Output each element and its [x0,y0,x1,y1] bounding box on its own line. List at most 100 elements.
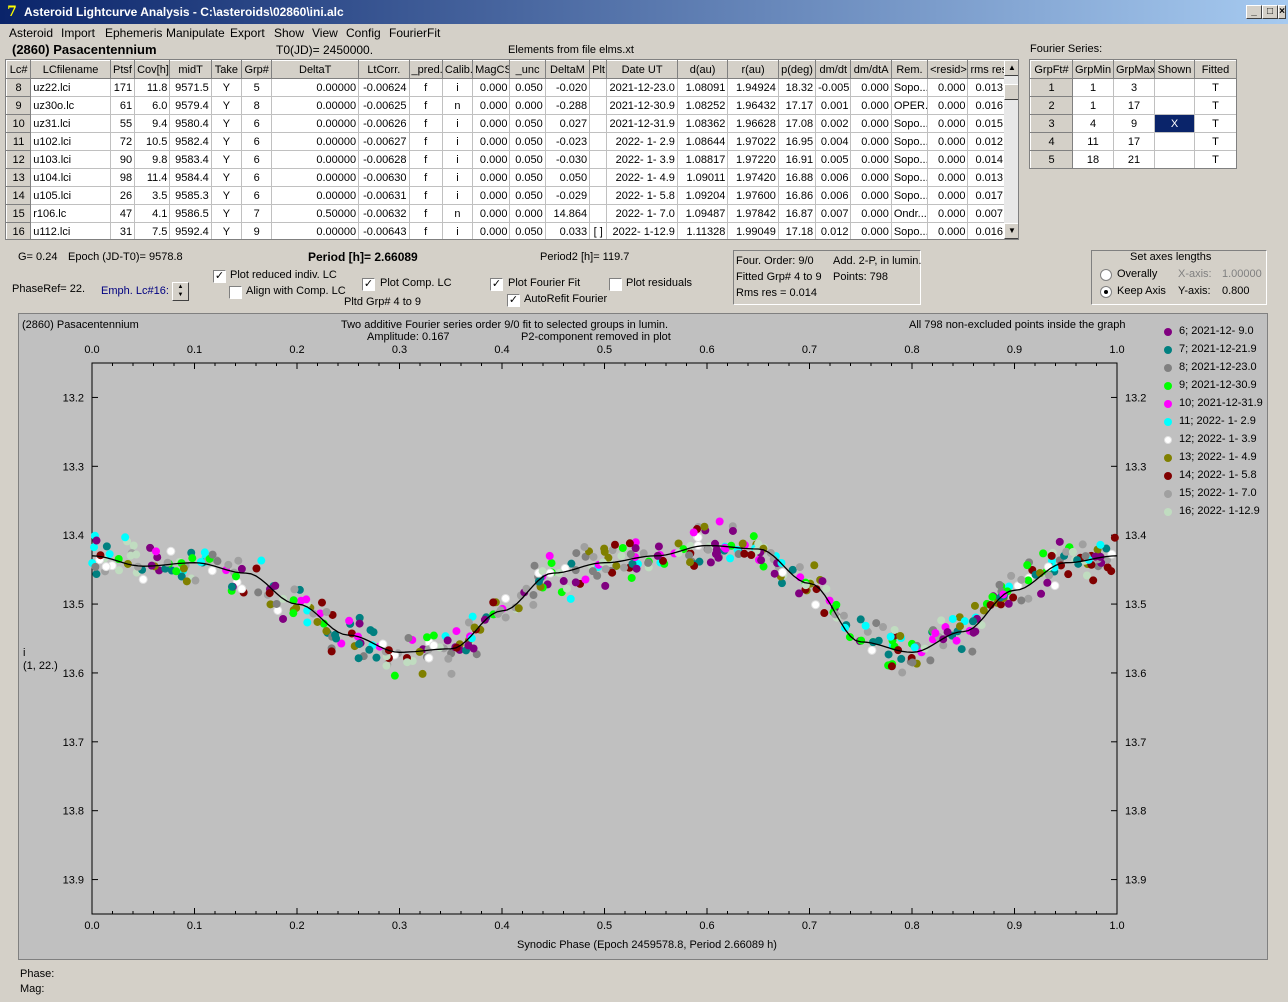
lc-cell[interactable]: 1.08362 [677,114,729,133]
fourier-col-header[interactable]: GrpFt# [1030,60,1073,79]
lc-row-header[interactable]: 13 [6,168,32,187]
lc-cell[interactable]: 0.00000 [271,114,360,133]
lc-cell[interactable]: 0.000 [472,222,511,239]
lc-cell[interactable]: 16.95 [778,132,817,151]
lc-cell[interactable]: i [442,78,474,97]
lc-cell[interactable]: 1.97600 [727,186,779,205]
fourier-cell[interactable] [1154,132,1195,151]
lc-cell[interactable]: 18.32 [778,78,817,97]
lc-cell[interactable]: 14.864 [545,204,591,223]
lc-cell[interactable]: 17.08 [778,114,817,133]
lc-table-row[interactable]: 14 u105.lci 26 3.5 9585.3 Y 6 0.00000 -0.00631 f i… [6,186,1006,205]
fourier-cell[interactable]: T [1194,132,1236,151]
lc-cell[interactable]: 9 [241,222,273,239]
close-button[interactable]: × [1278,5,1286,19]
lc-cell[interactable]: 0.000 [927,150,969,169]
lc-cell[interactable]: 0.000 [927,114,969,133]
lc-cell[interactable]: i [442,186,474,205]
lc-cell[interactable]: 9.4 [134,114,171,133]
lc-col-header[interactable]: Cov[h] [134,60,171,79]
lc-cell[interactable]: 9584.4 [169,168,212,187]
lc-cell[interactable]: -0.023 [545,132,591,151]
lc-cell[interactable] [589,78,608,97]
lc-cell[interactable]: 0.000 [472,114,511,133]
lc-cell[interactable]: OPER. [891,96,929,115]
lc-cell[interactable]: 0.050 [509,78,546,97]
scroll-thumb[interactable] [1004,84,1018,100]
lc-table-row[interactable]: 16 u112.lci 31 7.5 9592.4 Y 9 0.00000 -0.00643 f i… [6,222,1006,239]
lc-cell[interactable]: 0.050 [509,222,546,239]
menu-import[interactable]: Import [61,26,95,40]
scroll-up-icon[interactable]: ▲ [1004,60,1018,76]
fourier-row-header[interactable]: 5 [1030,150,1073,168]
lc-cell[interactable]: f [409,150,443,169]
lc-cell[interactable]: 16.87 [778,204,817,223]
lc-cell[interactable]: -0.00624 [358,78,410,97]
fourier-col-header[interactable]: Shown [1154,60,1195,79]
lc-cell[interactable]: u112.lci [30,222,111,239]
fourier-cell[interactable] [1154,96,1195,115]
lc-cell[interactable]: 1.97420 [727,168,779,187]
lc-col-header[interactable]: d(au) [676,60,729,79]
fourier-col-header[interactable]: GrpMin [1072,60,1114,79]
phaseref-value[interactable]: PhaseRef= 22. [12,283,85,295]
fourier-table-row[interactable]: 113T [1030,78,1236,97]
lc-col-header[interactable]: p(deg) [777,60,817,79]
lc-cell[interactable]: f [409,222,443,239]
fourier-cell[interactable]: T [1194,96,1236,115]
fourier-cell[interactable]: 9 [1113,114,1155,133]
lc-cell[interactable]: 0.000 [472,96,511,115]
fourier-col-header[interactable]: Fitted [1194,60,1236,79]
lc-cell[interactable]: 2022- 1- 4.9 [606,168,678,187]
lc-cell[interactable]: 1.97220 [727,150,779,169]
lc-cell[interactable]: 0.000 [472,186,511,205]
lc-col-header[interactable]: LCfilename [30,60,111,79]
lc-cell[interactable]: -0.00632 [358,204,410,223]
lc-col-header[interactable]: Take [210,60,243,79]
lc-cell[interactable] [589,132,608,151]
lc-cell[interactable]: -0.029 [545,186,591,205]
lc-cell[interactable]: 0.00000 [271,168,360,187]
lc-cell[interactable]: 0.000 [927,168,969,187]
y-axis-value[interactable]: 0.800 [1222,285,1250,297]
lc-cell[interactable]: Sopo... [891,222,929,239]
lc-cell[interactable]: 9592.4 [169,222,212,239]
plotted-group-range[interactable]: Pltd Grp# 4 to 9 [344,296,421,308]
lc-cell[interactable]: 171 [110,78,136,97]
lc-cell[interactable]: n [442,96,474,115]
lc-cell[interactable] [589,114,608,133]
menu-view[interactable]: View [312,26,338,40]
lc-cell[interactable]: 0.000 [850,222,892,239]
lc-cell[interactable]: 1.97022 [727,132,779,151]
lc-cell[interactable]: f [409,78,443,97]
lc-row-header[interactable]: 14 [6,186,32,205]
lc-cell[interactable]: 6.0 [134,96,171,115]
lc-cell[interactable]: f [409,204,443,223]
fourier-cell[interactable]: T [1194,114,1236,133]
lc-cell[interactable]: -0.00628 [358,150,410,169]
lc-cell[interactable]: 0.000 [472,168,511,187]
lc-table-row[interactable]: 10 uz31.lci 55 9.4 9580.4 Y 6 0.00000 -0.00626 f i… [6,114,1006,133]
period-value[interactable]: Period [h]= 2.66089 [308,250,418,264]
lc-cell[interactable]: 1.11328 [677,222,729,239]
lc-cell[interactable]: f [409,114,443,133]
keep-axis-radio[interactable] [1100,286,1112,298]
lc-cell[interactable]: Y [211,186,243,205]
lc-cell[interactable]: 0.007 [967,204,1006,223]
lc-col-header[interactable]: <resid> [927,60,969,79]
lc-cell[interactable]: Y [211,204,243,223]
app-icon[interactable]: 7 [4,4,20,20]
fourier-cell[interactable]: T [1194,78,1236,97]
menu-config[interactable]: Config [346,26,381,40]
lc-col-header[interactable]: dm/dt [815,60,852,79]
lc-cell[interactable] [589,96,608,115]
lc-cell[interactable]: 0.050 [509,168,546,187]
lc-cell[interactable]: 2022- 1-12.9 [606,222,678,239]
lc-cell[interactable]: 0.000 [509,204,546,223]
lc-cell[interactable]: 2021-12-30.9 [606,96,678,115]
lc-cell[interactable]: 61 [110,96,136,115]
lc-cell[interactable]: 0.000 [927,222,969,239]
period2-value[interactable]: Period2 [h]= 119.7 [540,251,629,263]
lc-table-row[interactable]: 12 u103.lci 90 9.8 9583.4 Y 6 0.00000 -0.00628 f i… [6,150,1006,169]
lc-cell[interactable]: [ ] [589,222,608,239]
